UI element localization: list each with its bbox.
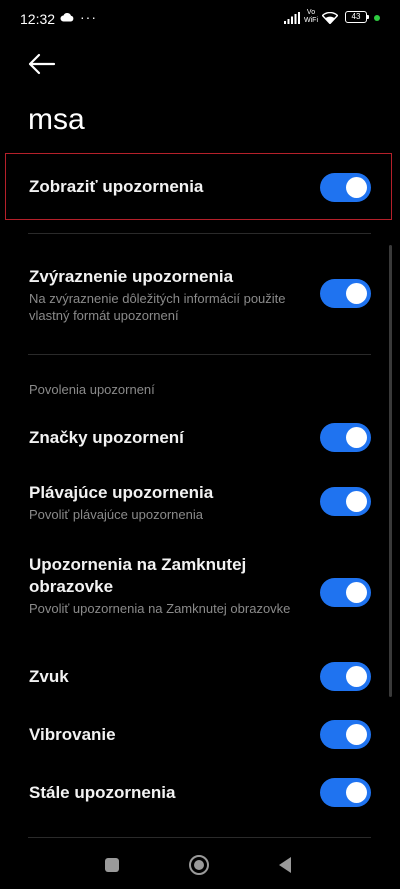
vowifi-line1: Vo [306,9,316,16]
show-notifications-toggle[interactable] [320,173,371,202]
recents-square-icon[interactable] [105,858,119,872]
vowifi-icon: Vo WiFi [304,9,318,25]
setting-label: Zvýraznenie upozornenia [29,267,234,286]
toggle-knob [346,177,367,198]
toggle-knob [346,491,367,512]
status-time: 12:32 [20,11,56,27]
signal-icon [284,12,300,24]
setting-row-show-notifications[interactable]: Zobraziť upozornenia [0,170,400,204]
privacy-indicator-dot [374,15,380,21]
toggle-knob [346,582,367,603]
status-bar: 12:32 ··· Vo WiFi 43 [0,0,400,36]
toggle-knob [346,427,367,448]
setting-row-vibration[interactable]: Vibrovanie [0,718,400,752]
floating-toggle[interactable] [320,487,371,516]
home-circle-icon[interactable] [189,855,209,875]
divider [28,233,371,234]
highlight-toggle[interactable] [320,279,371,308]
navigation-bar [0,838,400,889]
back-triangle-icon[interactable] [279,857,291,873]
setting-row-highlight[interactable]: Zvýraznenie upozornenia Na zvýraznenie d… [0,264,400,324]
toggle-knob [346,666,367,687]
wifi-icon [322,12,338,24]
setting-label: Zvuk [29,667,69,686]
setting-row-persistent[interactable]: Stále upozornenia [0,776,400,810]
setting-label: Vibrovanie [29,725,116,744]
battery-icon: 43 [345,11,369,23]
toggle-knob [346,782,367,803]
sound-toggle[interactable] [320,662,371,691]
toggle-knob [346,283,367,304]
more-notifications-icon: ··· [80,9,97,25]
section-header: Povolenia upozornení [29,382,155,397]
back-arrow-icon[interactable] [26,50,58,78]
setting-label: Upozornenia na Zamknutej obrazovke [29,555,247,596]
lock-screen-toggle[interactable] [320,578,371,607]
toggle-knob [346,724,367,745]
scrollbar[interactable] [389,245,392,697]
cloud-icon [60,13,74,22]
app-screen: 12:32 ··· Vo WiFi 43 msa Zobraziť upozor… [0,0,400,889]
setting-description: Povoliť plávajúce upozornenia [29,507,203,522]
vowifi-line2: WiFi [304,17,318,24]
vibration-toggle[interactable] [320,720,371,749]
setting-row-floating[interactable]: Plávajúce upozornenia Povoliť plávajúce … [0,482,400,526]
setting-label: Značky upozornení [29,428,184,447]
setting-description: Povoliť upozornenia na Zamknutej obrazov… [29,601,291,616]
setting-row-lock-screen[interactable]: Upozornenia na Zamknutej obrazovke Povol… [0,554,400,634]
setting-description: Na zvýraznenie dôležitých informácií pou… [29,291,286,323]
setting-label: Plávajúce upozornenia [29,483,214,502]
persistent-toggle[interactable] [320,778,371,807]
setting-row-badges[interactable]: Značky upozornení [0,421,400,455]
setting-label: Zobraziť upozornenia [29,177,204,196]
badges-toggle[interactable] [320,423,371,452]
setting-row-sound[interactable]: Zvuk [0,660,400,694]
divider [28,354,371,355]
setting-label: Stále upozornenia [29,783,176,802]
page-title: msa [28,103,85,136]
